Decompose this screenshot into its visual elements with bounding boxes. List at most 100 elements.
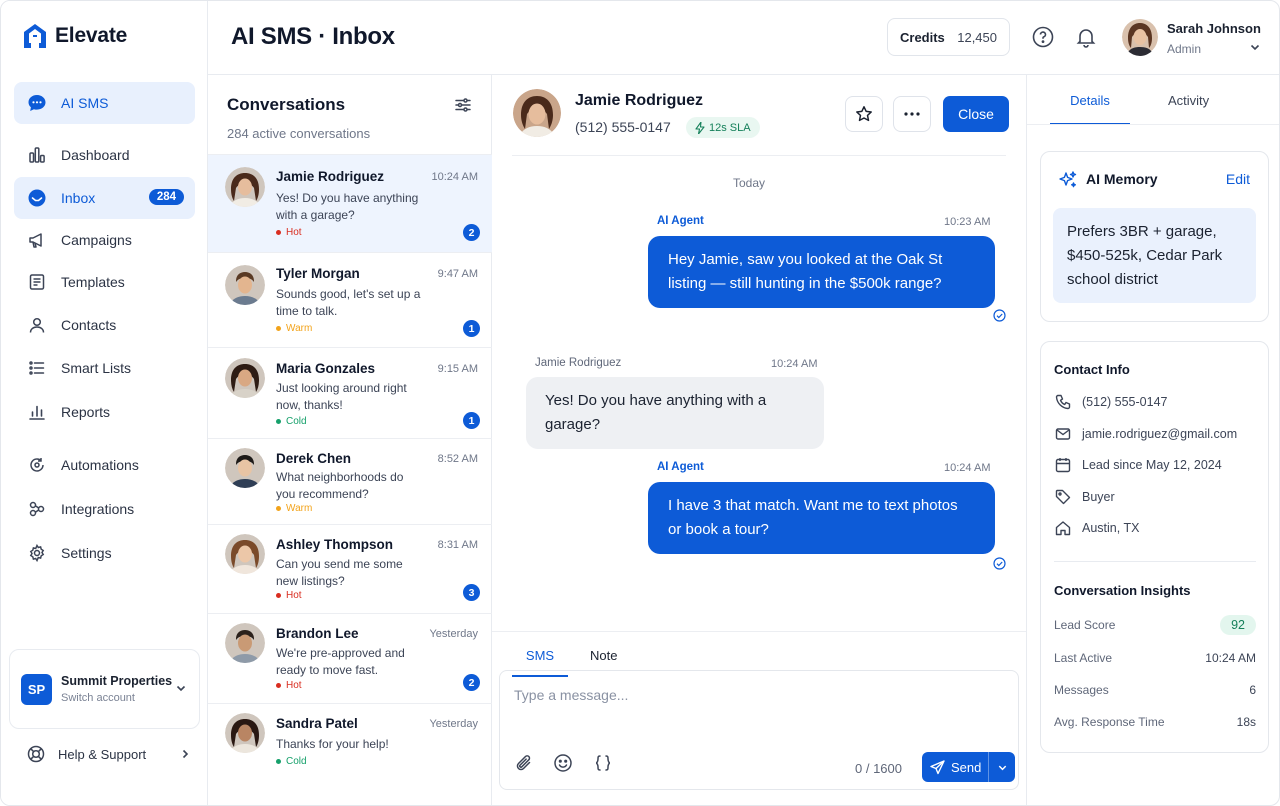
star-button[interactable] bbox=[845, 96, 883, 132]
ai-memory-card: AI Memory Edit Prefers 3BR + garage, $45… bbox=[1040, 151, 1269, 322]
brand-name: Elevate bbox=[55, 24, 128, 47]
nav-item-reports[interactable]: Reports bbox=[14, 391, 195, 433]
contact-phone-value: (512) 555-0147 bbox=[1082, 394, 1168, 409]
send-options-dropdown[interactable] bbox=[989, 762, 1015, 773]
help-icon[interactable] bbox=[1032, 26, 1054, 48]
message-bubble-incoming: Yes! Do you have anything with a garage? bbox=[526, 377, 824, 449]
emoji-icon[interactable] bbox=[553, 753, 573, 773]
nav-item-templates[interactable]: Templates bbox=[14, 261, 195, 303]
sla-badge: 12s SLA bbox=[686, 117, 760, 138]
conversation-preview: Can you send me some new listings? bbox=[276, 557, 403, 588]
nav-label: Reports bbox=[61, 404, 111, 420]
conversation-time: 8:31 AM bbox=[437, 539, 478, 551]
contact-phone-row[interactable]: (512) 555-0147 bbox=[1054, 393, 1167, 410]
contact-avatar bbox=[225, 167, 265, 207]
conversation-item[interactable]: Derek Chen 8:52 AM What neighborhoods do y… bbox=[208, 438, 492, 524]
paperclip-icon[interactable] bbox=[514, 753, 534, 773]
conversation-item[interactable]: Jamie Rodriguez 10:24 AM Yes! Do you have … bbox=[208, 154, 492, 252]
lead-score-badge: 92 bbox=[1220, 615, 1256, 635]
conversation-preview: We're pre-approved and ready to move fas… bbox=[276, 646, 405, 677]
list-icon bbox=[27, 358, 47, 378]
conversation-name: Brandon Lee bbox=[276, 626, 359, 641]
nav-item-dashboard[interactable]: Dashboard bbox=[14, 134, 195, 176]
message-composer: SMS Note 0 / 1600 Send bbox=[492, 631, 1026, 805]
insight-label: Avg. Response Time bbox=[1054, 715, 1165, 729]
user-avatar bbox=[1122, 19, 1158, 56]
conversation-list-panel: Conversations 284 active conversations J… bbox=[208, 75, 492, 805]
message-time: 10:24 AM bbox=[944, 462, 991, 474]
filter-icon[interactable] bbox=[454, 96, 472, 114]
user-menu[interactable]: Sarah Johnson Admin bbox=[1122, 18, 1272, 58]
nav-item-campaigns[interactable]: Campaigns bbox=[14, 219, 195, 261]
contact-phone: (512) 555-0147 bbox=[575, 119, 671, 135]
variables-braces-icon[interactable] bbox=[593, 753, 613, 773]
nav-item-contacts[interactable]: Contacts bbox=[14, 304, 195, 346]
credits-display[interactable]: Credits 12,450 bbox=[887, 18, 1010, 56]
account-switcher[interactable]: SP Summit Properties Switch account bbox=[9, 649, 200, 729]
contact-type-row: Buyer bbox=[1054, 488, 1115, 505]
account-avatar: SP bbox=[21, 673, 52, 705]
lead-temperature-tag: Cold bbox=[276, 756, 307, 767]
bell-icon[interactable] bbox=[1075, 26, 1097, 48]
nav-item-automations[interactable]: Automations bbox=[14, 444, 195, 486]
unread-badge: 2 bbox=[463, 224, 480, 241]
conversation-name: Derek Chen bbox=[276, 451, 352, 466]
conversation-item[interactable]: Ashley Thompson 8:31 AM Can you send me so… bbox=[208, 524, 492, 613]
tab-activity[interactable]: Activity bbox=[1168, 93, 1209, 108]
more-options-button[interactable] bbox=[893, 96, 931, 132]
conversation-item[interactable]: Tyler Morgan 9:47 AM Sounds good, let's se… bbox=[208, 252, 492, 347]
day-separator: Today bbox=[732, 176, 766, 190]
close-conversation-button[interactable]: Close bbox=[943, 96, 1009, 132]
nav-item-inbox[interactable]: Inbox 284 bbox=[14, 177, 195, 219]
conversation-item[interactable]: Maria Gonzales 9:15 AM Just looking around… bbox=[208, 347, 492, 438]
tag-icon bbox=[1054, 488, 1071, 505]
conversation-time: Yesterday bbox=[429, 718, 478, 730]
status-dot bbox=[276, 683, 281, 688]
conversation-preview: Just looking around right now, thanks! bbox=[276, 381, 407, 412]
nav-label: Settings bbox=[61, 545, 112, 561]
edit-memory-link[interactable]: Edit bbox=[1226, 171, 1250, 187]
conversation-name: Sandra Patel bbox=[276, 716, 358, 731]
contact-avatar bbox=[513, 89, 561, 137]
message-bubble-outgoing: I have 3 that match. Want me to text pho… bbox=[648, 482, 995, 554]
contact-location-row: Austin, TX bbox=[1054, 519, 1139, 536]
conversation-preview: Yes! Do you have anything with a garage? bbox=[276, 191, 419, 222]
nav-item-ai-sms[interactable]: AI SMS bbox=[14, 82, 195, 124]
message-input[interactable] bbox=[514, 687, 994, 703]
template-icon bbox=[27, 272, 47, 292]
ai-memory-text: Prefers 3BR + garage, $450-525k, Cedar P… bbox=[1053, 208, 1256, 303]
contact-info-title: Contact Info bbox=[1054, 362, 1130, 377]
conversation-time: 9:47 AM bbox=[437, 268, 478, 280]
unread-badge: 2 bbox=[463, 674, 480, 691]
contact-email-row[interactable]: jamie.rodriguez@gmail.com bbox=[1054, 425, 1237, 442]
contact-email-value: jamie.rodriguez@gmail.com bbox=[1082, 426, 1238, 441]
gear-icon bbox=[27, 543, 47, 563]
status-dot bbox=[276, 419, 281, 424]
conversation-item[interactable]: Sandra Patel Yesterday Thanks for your hel… bbox=[208, 703, 492, 805]
nav-item-settings[interactable]: Settings bbox=[14, 532, 195, 574]
unread-badge: 3 bbox=[463, 584, 480, 601]
lead-temperature-tag: Cold bbox=[276, 416, 307, 427]
person-icon bbox=[27, 315, 47, 335]
tab-details[interactable]: Details bbox=[1050, 93, 1130, 125]
inbox-icon bbox=[27, 188, 47, 208]
automation-icon bbox=[27, 455, 47, 475]
switch-account-label: Switch account bbox=[61, 692, 135, 704]
tabs-divider bbox=[1027, 124, 1279, 125]
dashboard-icon bbox=[27, 145, 47, 165]
nav-item-integrations[interactable]: Integrations bbox=[14, 488, 195, 530]
message-sender: AI Agent bbox=[657, 215, 704, 227]
tag-label: Hot bbox=[286, 227, 302, 238]
nav-label: Inbox bbox=[61, 190, 96, 206]
chat-panel: Jamie Rodriguez (512) 555-0147 12s SLA C… bbox=[492, 75, 1026, 805]
nav-item-smart-lists[interactable]: Smart Lists bbox=[14, 347, 195, 389]
help-support-link[interactable]: Help & Support bbox=[27, 745, 191, 763]
send-button[interactable]: Send bbox=[922, 752, 989, 782]
conversation-item[interactable]: Brandon Lee Yesterday We're pre-approved a… bbox=[208, 613, 492, 703]
insight-value: 6 bbox=[1249, 683, 1256, 697]
brand-logo[interactable]: Elevate bbox=[23, 23, 127, 49]
chevron-right-icon bbox=[182, 749, 189, 759]
message-sender: AI Agent bbox=[657, 461, 704, 473]
more-dots-icon bbox=[904, 112, 920, 116]
nav-label: Templates bbox=[61, 274, 125, 290]
